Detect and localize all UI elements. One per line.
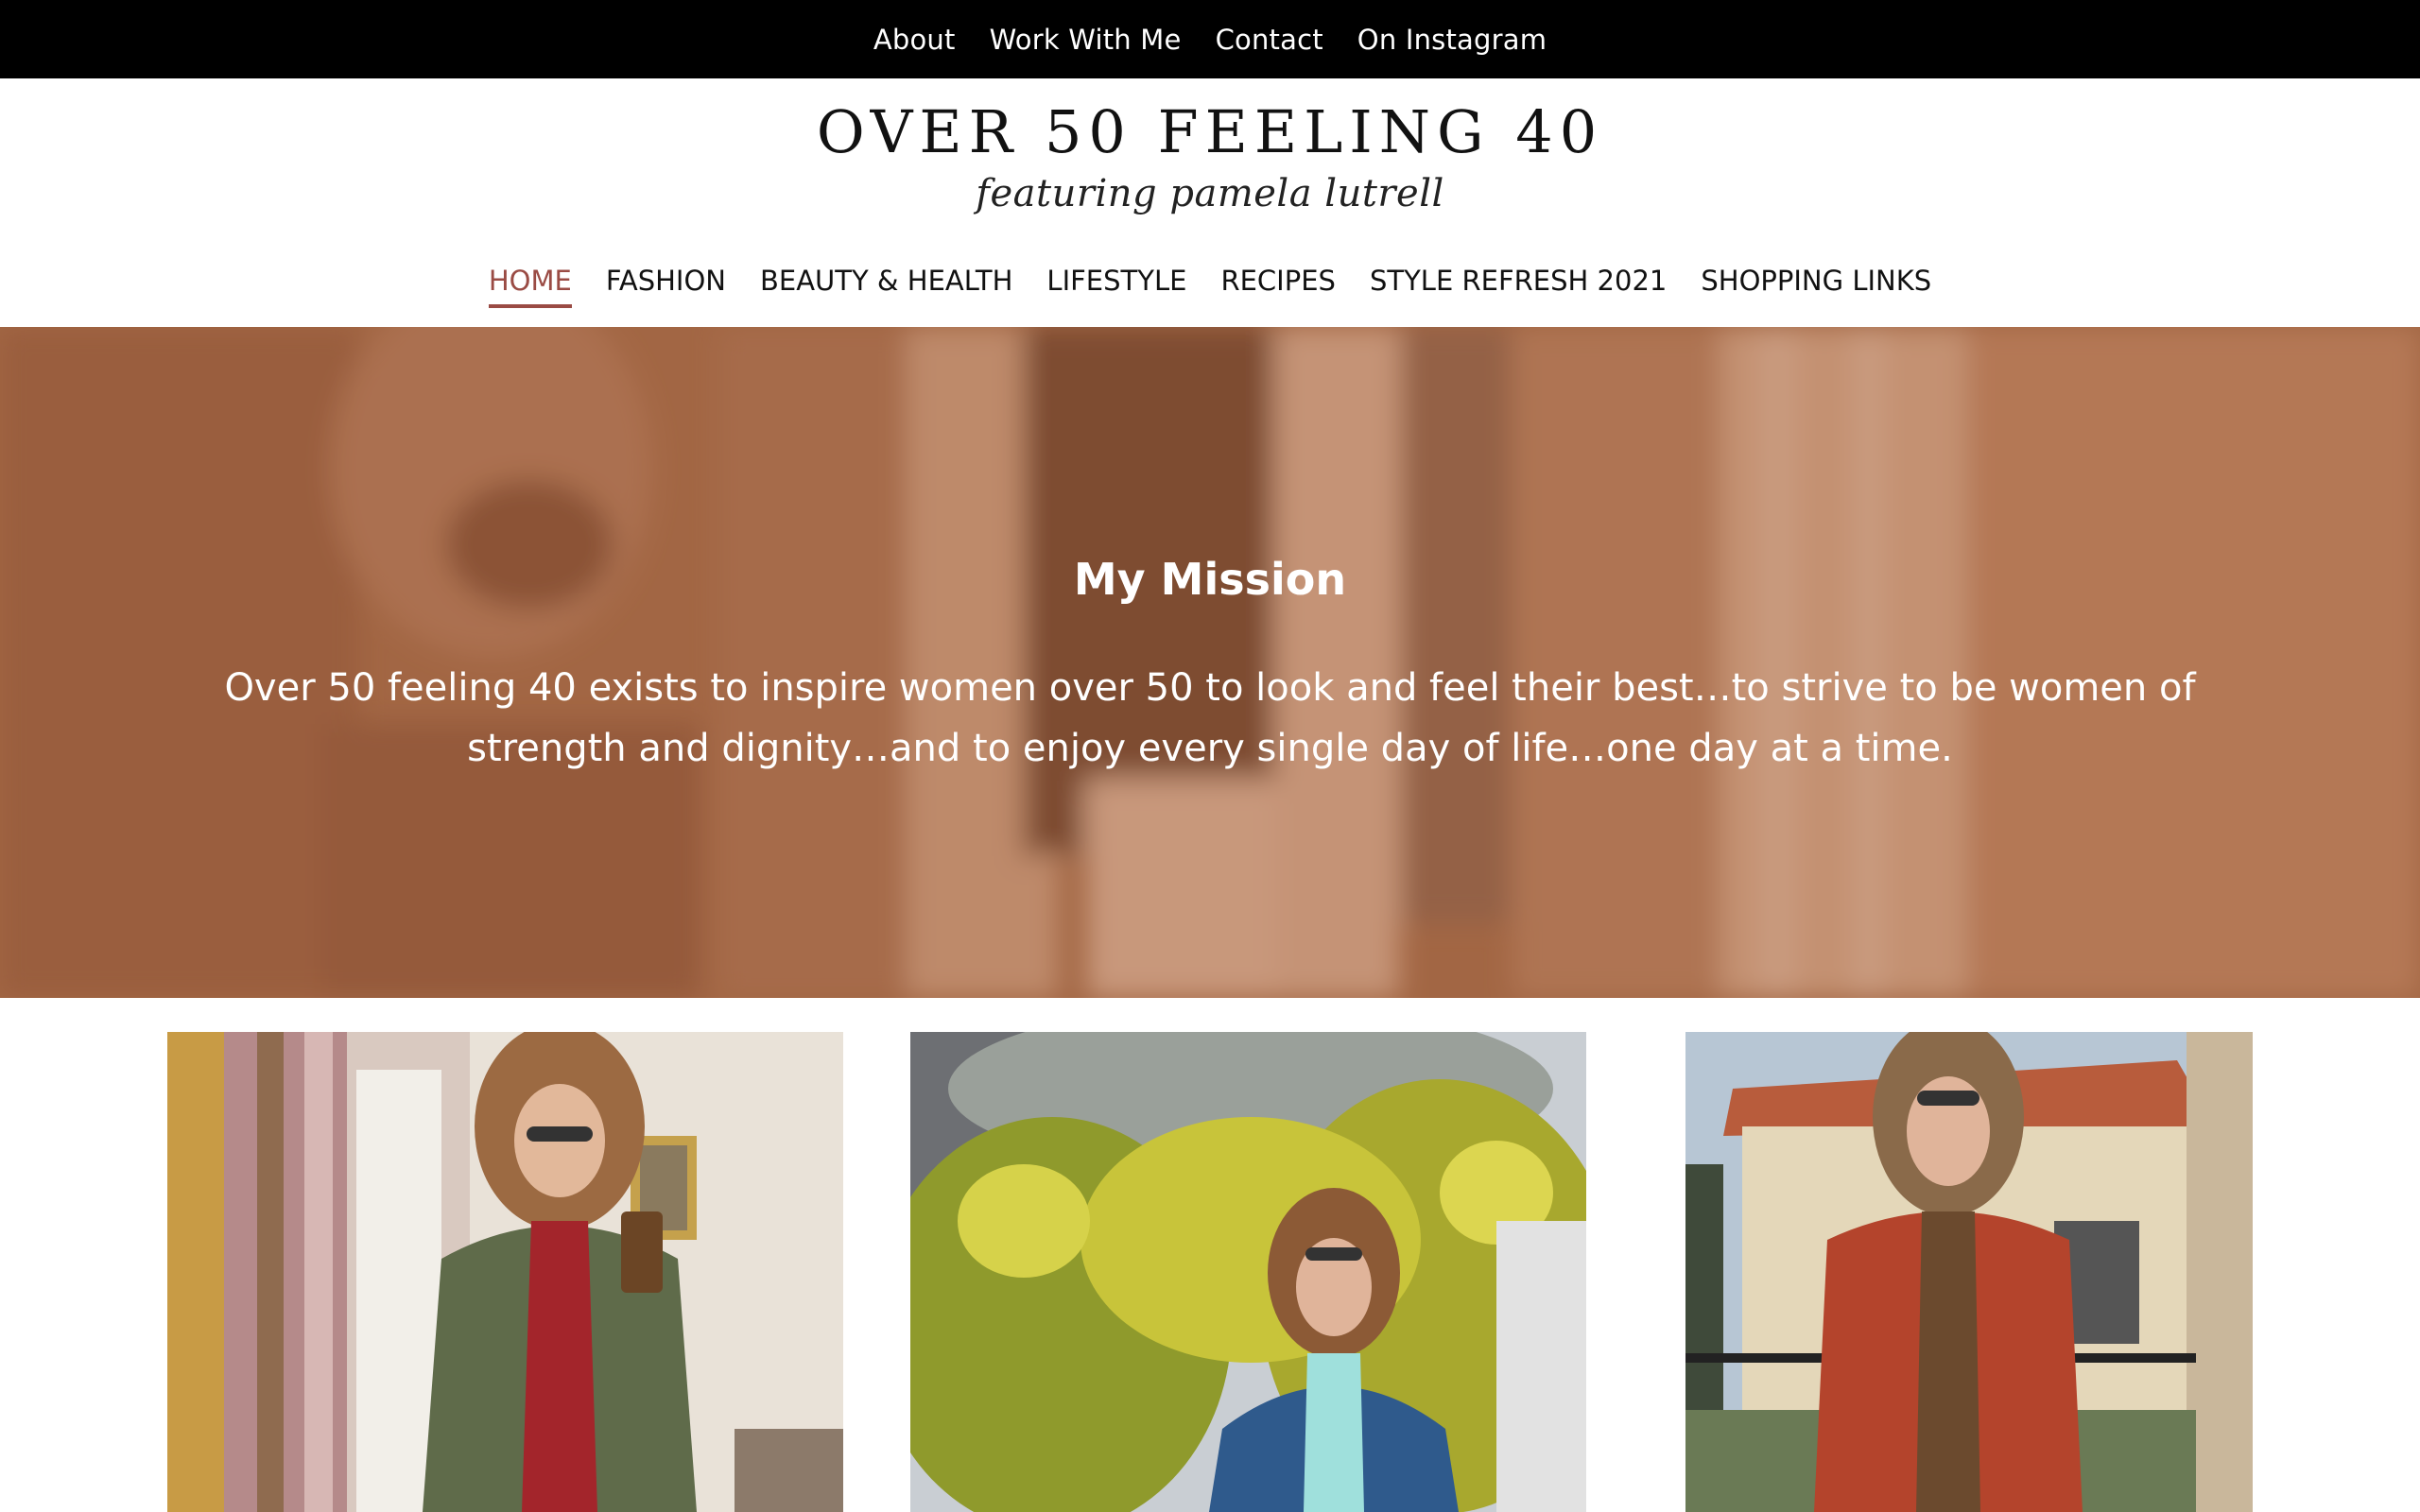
post-card[interactable] (910, 1032, 1586, 1512)
mission-hero: My Mission Over 50 feeling 40 exists to … (0, 327, 2420, 998)
nav-shopping-links[interactable]: SHOPPING LINKS (1701, 265, 1931, 308)
topbar-link-contact[interactable]: Contact (1216, 24, 1323, 56)
post-image (910, 1032, 1586, 1512)
hero-text: Over 50 feeling 40 exists to inspire wom… (224, 666, 2196, 770)
nav-beauty-health[interactable]: BEAUTY & HEALTH (760, 265, 1012, 308)
main-nav: HOME FASHION BEAUTY & HEALTH LIFESTYLE R… (0, 265, 2420, 321)
nav-fashion[interactable]: FASHION (606, 265, 726, 308)
hero-title: My Mission (1073, 554, 1347, 605)
nav-home[interactable]: HOME (488, 265, 572, 308)
top-bar: About Work With Me Contact On Instagram (0, 0, 2420, 78)
post-image (167, 1032, 843, 1512)
site-title: OVER 50 FEELING 40 (816, 97, 1604, 166)
topbar-link-instagram[interactable]: On Instagram (1357, 24, 1547, 56)
post-image (1685, 1032, 2253, 1512)
post-grid (0, 1032, 2420, 1512)
site-logo[interactable]: OVER 50 FEELING 40 featuring pamela lutr… (0, 94, 2420, 215)
nav-style-refresh[interactable]: STYLE REFRESH 2021 (1370, 265, 1667, 308)
site-subtitle: featuring pamela lutrell (976, 172, 1444, 215)
nav-recipes[interactable]: RECIPES (1220, 265, 1336, 308)
post-card[interactable] (167, 1032, 843, 1512)
topbar-link-about[interactable]: About (873, 24, 956, 56)
topbar-link-work-with-me[interactable]: Work With Me (990, 24, 1182, 56)
post-card[interactable] (1685, 1032, 2253, 1512)
nav-lifestyle[interactable]: LIFESTYLE (1046, 265, 1186, 308)
